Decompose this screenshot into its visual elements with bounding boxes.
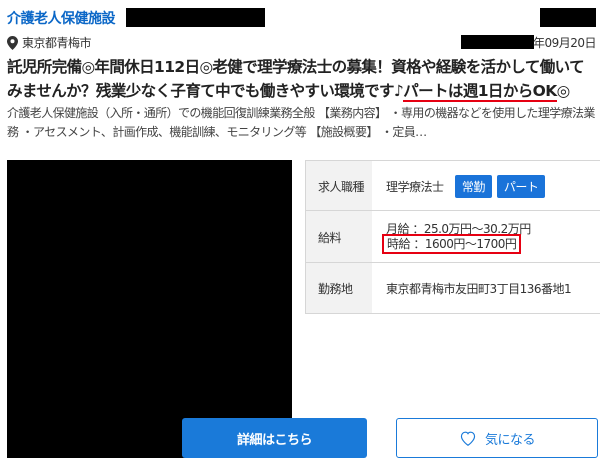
redacted-badge <box>540 8 596 27</box>
job-type-label: 求人職種 <box>318 180 365 194</box>
heart-icon <box>460 431 476 446</box>
facility-photo <box>7 160 292 458</box>
job-type-value: 理学療法士 <box>386 180 444 194</box>
workplace-row: 勤務地 東京都青梅市友田町3丁目136番地1 <box>306 263 600 313</box>
headline-end: ◎ <box>556 82 571 100</box>
job-headline[interactable]: 託児所完備◎年間休日112日◎老健で理学療法士の募集！資格や経験を活かして働いて… <box>7 55 597 103</box>
posted-date: 年09月20日 <box>533 36 597 50</box>
map-pin-icon <box>7 35 18 50</box>
salary-hourly: 時給 ：1600円〜1700円 <box>382 234 522 254</box>
tag-fulltime: 常勤 <box>454 175 492 198</box>
favorite-label: 気になる <box>484 432 536 448</box>
job-description: 介護老人保健施設（入所・通所）での機能回復訓練業務全般 【業務内容】 ・専用の機… <box>7 106 595 139</box>
favorite-button[interactable]: 気になる <box>396 418 598 458</box>
workplace-value: 東京都青梅市友田町3丁目136番地1 <box>386 282 572 296</box>
detail-button[interactable]: 詳細はこちら <box>182 418 367 458</box>
salary-row: 給料 月給 ：25.0万円〜30.2万円 時給 ：1600円〜1700円 <box>306 211 600 262</box>
location-row: 東京都青梅市 <box>7 34 92 51</box>
headline-highlight: パートは週1日からOK <box>403 82 557 102</box>
redacted-facility-name <box>126 8 265 27</box>
salary-label: 給料 <box>318 231 342 245</box>
workplace-label: 勤務地 <box>318 282 353 296</box>
tag-parttime: パート <box>496 175 546 198</box>
job-details-table: 求人職種 理学療法士 常勤 パート 給料 月給 ：25.0万円〜30.2万円 時給… <box>305 160 600 314</box>
job-type-row: 求人職種 理学療法士 常勤 パート <box>306 161 600 210</box>
location-text: 東京都青梅市 <box>22 36 92 50</box>
redacted-date-prefix <box>461 35 534 49</box>
facility-type-link[interactable]: 介護老人保健施設 <box>7 8 116 28</box>
